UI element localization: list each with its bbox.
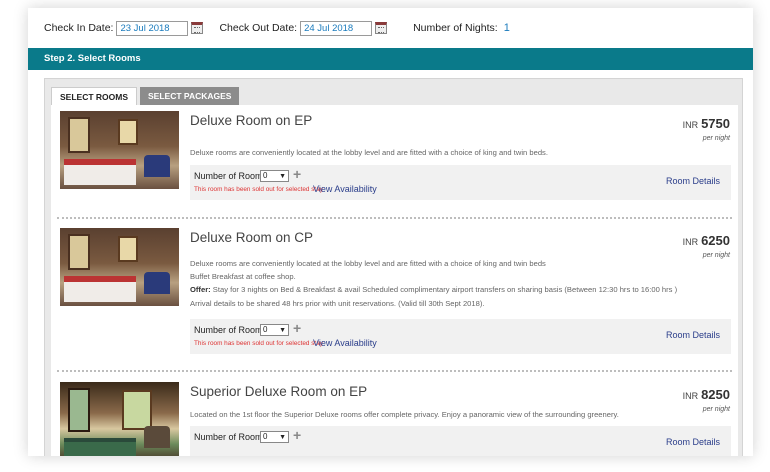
- price-amount: 6250: [701, 233, 730, 248]
- plus-icon[interactable]: +: [293, 166, 301, 182]
- room-description: Deluxe rooms are conveniently located at…: [190, 257, 730, 310]
- room-quantity-select[interactable]: 0 ▼: [260, 170, 289, 182]
- offer-text: Stay for 3 nights on Bed & Breakfast & a…: [212, 285, 678, 295]
- tab-bar: SELECT ROOMS SELECT PACKAGES: [51, 87, 242, 105]
- chevron-down-icon: ▼: [279, 327, 286, 334]
- nights-label: Number of Nights:: [413, 22, 498, 34]
- offer-label: Offer:: [190, 285, 211, 295]
- step-title: Step 2. Select Rooms: [28, 48, 753, 70]
- number-of-room-label: Number of Room:: [194, 325, 266, 335]
- room-image[interactable]: [60, 111, 179, 189]
- booking-row: Number of Room: 0 ▼ + Room Details: [190, 426, 731, 456]
- room-details-link[interactable]: Room Details: [666, 176, 720, 186]
- room-details-link[interactable]: Room Details: [666, 437, 720, 447]
- date-bar: Check In Date: 23 Jul 2018 Check Out Dat…: [28, 8, 753, 48]
- room-price: INR 6250 per night: [683, 232, 730, 259]
- divider: [57, 370, 732, 372]
- room-quantity-select[interactable]: 0 ▼: [260, 324, 289, 336]
- description-line: Deluxe rooms are conveniently located at…: [190, 259, 546, 268]
- room-description: Deluxe rooms are conveniently located at…: [190, 146, 730, 159]
- number-of-room-label: Number of Room:: [194, 432, 266, 442]
- room-title: Superior Deluxe Room on EP: [190, 384, 368, 399]
- check-in-input[interactable]: 23 Jul 2018: [116, 20, 189, 36]
- plus-icon[interactable]: +: [293, 427, 301, 443]
- booking-frame: Check In Date: 23 Jul 2018 Check Out Dat…: [28, 8, 753, 456]
- check-in-label: Check In Date:: [44, 22, 114, 34]
- tab-select-packages[interactable]: SELECT PACKAGES: [140, 87, 240, 105]
- offer-line: Offer: Stay for 3 nights on Bed & Breakf…: [190, 283, 730, 296]
- calendar-icon[interactable]: [191, 22, 204, 34]
- check-out-label: Check Out Date:: [219, 22, 298, 34]
- room-card: Deluxe Room on EP INR 5750 per night Delu…: [51, 105, 738, 210]
- plus-icon[interactable]: +: [293, 320, 301, 336]
- description-line: Deluxe rooms are conveniently located at…: [190, 148, 548, 157]
- quantity-value: 0: [263, 432, 268, 441]
- check-out-input[interactable]: 24 Jul 2018: [300, 20, 373, 36]
- room-price: INR 5750 per night: [683, 115, 730, 142]
- price-amount: 5750: [701, 116, 730, 131]
- chevron-down-icon: ▼: [279, 173, 286, 180]
- booking-row: Number of Room: 0 ▼ + This room has been…: [190, 319, 731, 354]
- sold-out-message: This room has been sold out for selected…: [194, 340, 323, 347]
- price-currency: INR: [682, 120, 699, 130]
- divider: [57, 217, 732, 219]
- room-description: Located on the 1st floor the Superior De…: [190, 408, 730, 421]
- price-currency: INR: [682, 391, 699, 401]
- price-currency: INR: [682, 237, 699, 247]
- description-line: Arrival details to be shared 48 hrs prio…: [190, 298, 485, 308]
- description-line: Located on the 1st floor the Superior De…: [190, 410, 619, 419]
- view-availability-link[interactable]: View Availability: [313, 338, 377, 348]
- room-card: Superior Deluxe Room on EP INR 8250 per n…: [51, 376, 738, 456]
- description-line: Buffet Breakfast at coffee shop.: [190, 272, 296, 282]
- calendar-icon[interactable]: [375, 22, 388, 34]
- tab-select-rooms[interactable]: SELECT ROOMS: [51, 87, 138, 105]
- room-details-link[interactable]: Room Details: [666, 330, 720, 340]
- chevron-down-icon: ▼: [279, 434, 286, 441]
- price-per-night: per night: [702, 135, 730, 142]
- quantity-value: 0: [263, 171, 268, 180]
- quantity-value: 0: [263, 325, 268, 334]
- room-card: Deluxe Room on CP INR 6250 per night Delu…: [51, 222, 738, 362]
- booking-row: Number of Room: 0 ▼ + This room has been…: [190, 165, 731, 200]
- number-of-room-label: Number of Room:: [194, 171, 266, 181]
- room-list: Deluxe Room on EP INR 5750 per night Delu…: [51, 105, 738, 456]
- room-quantity-select[interactable]: 0 ▼: [260, 431, 289, 443]
- view-availability-link[interactable]: View Availability: [313, 184, 377, 194]
- sold-out-message: This room has been sold out for selected…: [194, 186, 323, 193]
- room-title: Deluxe Room on CP: [190, 230, 314, 245]
- room-title: Deluxe Room on EP: [190, 113, 313, 128]
- room-image[interactable]: [60, 228, 179, 306]
- nights-value: 1: [503, 22, 510, 34]
- rooms-panel: SELECT ROOMS SELECT PACKAGES Deluxe Room…: [44, 78, 743, 456]
- price-amount: 8250: [701, 387, 730, 402]
- room-image[interactable]: [60, 382, 179, 456]
